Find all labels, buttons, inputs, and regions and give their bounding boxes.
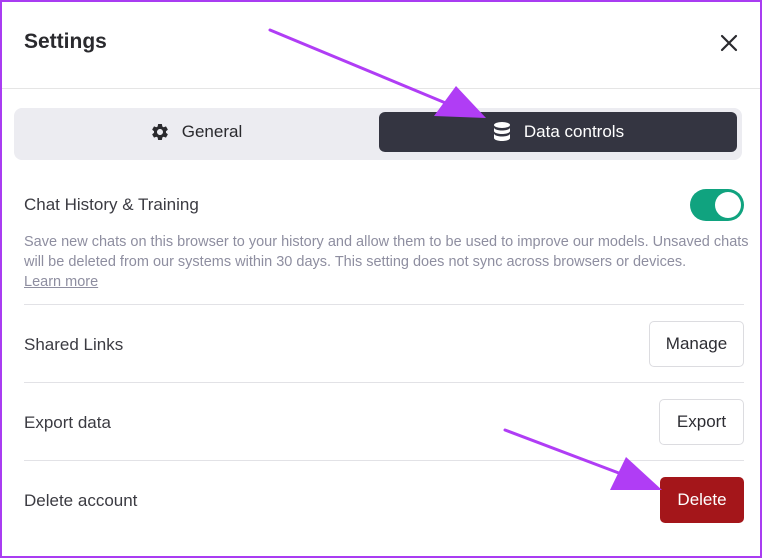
tab-general[interactable]: General xyxy=(18,112,374,152)
close-button[interactable] xyxy=(718,32,740,54)
tab-data-controls-label: Data controls xyxy=(523,122,625,141)
toggle-knob xyxy=(715,192,741,218)
dialog-header: Settings xyxy=(2,2,760,89)
chat-history-label: Chat History & Training xyxy=(24,195,199,214)
database-icon xyxy=(493,122,510,141)
dialog-title: Settings xyxy=(24,30,107,53)
chat-history-description: Save new chats on this browser to your h… xyxy=(24,232,750,292)
settings-tabs: General Data controls xyxy=(14,108,742,160)
export-data-label: Export data xyxy=(24,413,111,432)
description-text: Save new chats on this browser to your h… xyxy=(24,234,749,270)
divider xyxy=(24,460,744,461)
gear-icon xyxy=(151,124,168,140)
manage-button[interactable]: Manage xyxy=(649,321,744,367)
close-icon xyxy=(720,34,738,52)
chat-history-toggle[interactable] xyxy=(690,189,744,221)
tab-data-controls[interactable]: Data controls xyxy=(379,112,737,152)
divider xyxy=(24,382,744,383)
learn-more-link[interactable]: Learn more xyxy=(24,274,98,290)
delete-account-label: Delete account xyxy=(24,491,138,510)
tab-general-label: General xyxy=(181,122,243,141)
delete-button[interactable]: Delete xyxy=(660,477,744,523)
divider xyxy=(24,304,744,305)
shared-links-label: Shared Links xyxy=(24,335,124,354)
settings-dialog: Settings General Data controls Chat Hist… xyxy=(0,0,762,558)
export-button[interactable]: Export xyxy=(659,399,744,445)
